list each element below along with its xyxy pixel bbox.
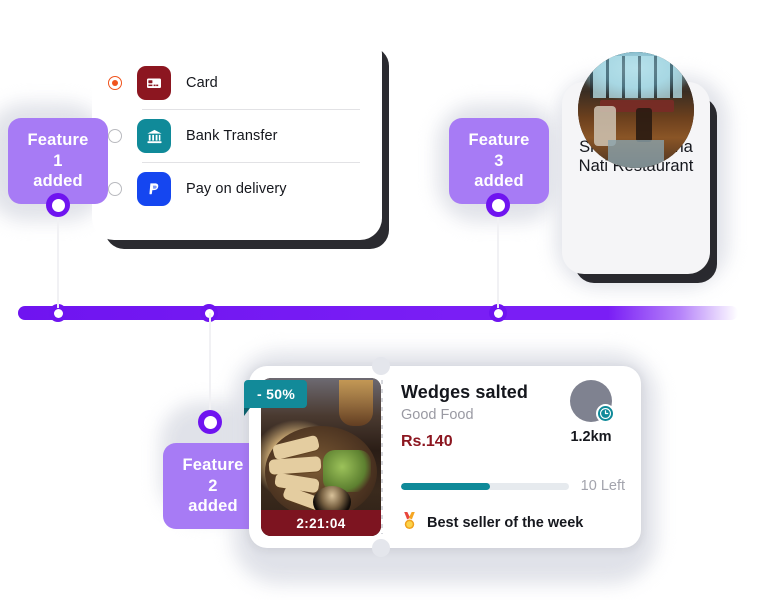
offer-countdown-timer: 2:21:04 <box>261 510 381 536</box>
illustration-canvas: Card Bank Transfer Pay on delivery Featu… <box>0 0 766 600</box>
best-seller-label: Best seller of the week <box>427 515 584 531</box>
feature-3-line-2: added <box>474 172 524 191</box>
payment-option-pay-on-delivery[interactable]: Pay on delivery <box>108 163 362 215</box>
stock-left-label: 10 Left <box>580 478 625 494</box>
restaurant-card[interactable]: Sri Annapoorna Nati Restaurant <box>562 52 710 274</box>
avatar <box>570 380 615 423</box>
offer-card-image-section: - 50% 2:21:04 <box>244 366 381 548</box>
stock-progress-bar <box>401 482 569 490</box>
feature-3-badge[interactable]: Feature 3 added <box>449 118 549 204</box>
best-seller-row: Best seller of the week <box>401 511 583 535</box>
feature-1-line-1: Feature 1 <box>27 131 89 170</box>
feature-1-line-2: added <box>33 172 83 191</box>
clock-icon <box>596 404 615 423</box>
feature-2-line-1: Feature 2 <box>182 456 244 495</box>
timeline-track <box>18 306 738 320</box>
payment-option-label: Card <box>186 75 218 91</box>
feature-1-pin[interactable] <box>46 193 70 217</box>
discount-ribbon: - 50% <box>244 380 308 416</box>
offer-stock-row: 10 Left <box>401 478 625 494</box>
payment-methods-card: Card Bank Transfer Pay on delivery <box>92 32 382 240</box>
offer-card-details-section: Wedges salted Good Food Rs.140 1.2km 10 … <box>381 366 641 548</box>
connector-feature-3 <box>497 206 499 308</box>
offer-distance: 1.2km <box>570 429 612 445</box>
feature-3-pin[interactable] <box>486 193 510 217</box>
radio-pay-on-delivery[interactable] <box>108 182 122 196</box>
payment-option-label: Bank Transfer <box>186 128 278 144</box>
payment-option-card[interactable]: Card <box>108 57 362 109</box>
restaurant-interior-photo <box>578 52 694 168</box>
offer-distance-group: 1.2km <box>557 380 625 445</box>
payment-option-bank-transfer[interactable]: Bank Transfer <box>108 110 362 162</box>
feature-2-line-2: added <box>188 497 238 516</box>
bank-icon <box>137 119 171 153</box>
connector-feature-1 <box>57 206 59 308</box>
medal-icon <box>401 511 418 535</box>
payment-option-label: Pay on delivery <box>186 181 287 197</box>
credit-card-icon <box>137 66 171 100</box>
offer-card[interactable]: - 50% 2:21:04 Wedges salted Good Food Rs… <box>244 357 641 557</box>
paypal-icon <box>137 172 171 206</box>
connector-feature-2 <box>209 313 211 423</box>
feature-1-badge[interactable]: Feature 1 added <box>8 118 108 204</box>
radio-bank-transfer[interactable] <box>108 129 122 143</box>
feature-3-line-1: Feature 3 <box>468 131 530 170</box>
feature-2-badge[interactable]: Feature 2 added <box>163 443 263 529</box>
radio-card[interactable] <box>108 76 122 90</box>
feature-2-pin[interactable] <box>198 410 222 434</box>
stock-progress-fill <box>401 482 490 490</box>
